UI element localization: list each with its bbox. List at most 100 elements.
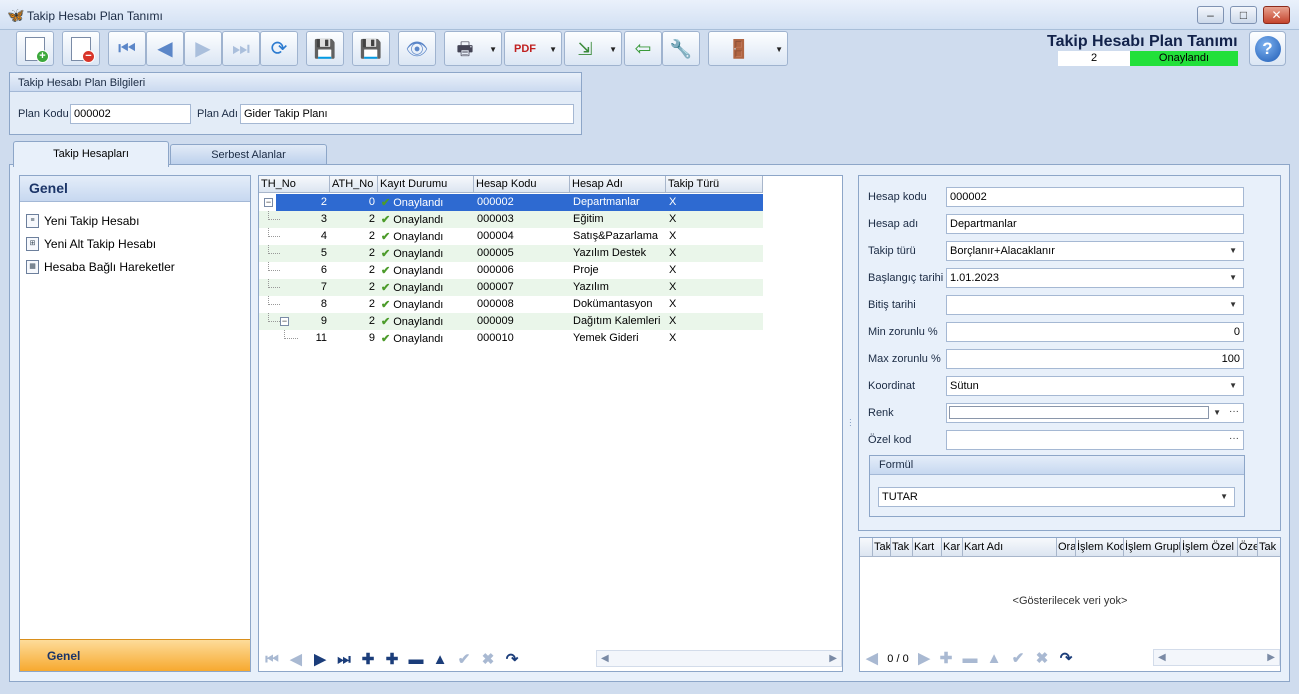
column-header[interactable]: Tak (1258, 538, 1280, 557)
last-icon[interactable]: ⏭ (333, 650, 355, 670)
panel-footer-tab[interactable]: Genel (20, 639, 250, 671)
tree-line (268, 245, 280, 254)
end-date-picker[interactable]: ▼ (946, 295, 1244, 315)
save-close-icon: 💾 (359, 38, 383, 59)
print-button[interactable]: 🖶 ▼ (444, 31, 502, 66)
chevron-down-icon: ▼ (1229, 273, 1237, 282)
previous-icon[interactable]: ◀ (863, 649, 881, 669)
table-cell-status: ✔ Onaylandı (381, 333, 444, 345)
import-button[interactable]: ⇦ (624, 31, 662, 66)
column-header[interactable]: Tak (891, 538, 913, 557)
table-row[interactable]: 4 2 ✔ Onaylandı 000004 Satış&Pazarlama X (259, 228, 763, 245)
export-button[interactable]: ⇲ ▼ (564, 31, 622, 66)
next-record-button[interactable]: ▶ (184, 31, 222, 66)
minimize-button[interactable]: – (1197, 6, 1224, 24)
settings-button[interactable]: 🔧 (662, 31, 700, 66)
grid-navigator: ◀ 0 / 0 ▶ ✚ ▬ ▲ ✔ ✖ ↷ (863, 648, 1077, 670)
coordinate-label: Koordinat (868, 380, 916, 392)
column-header[interactable]: TH_No (259, 176, 330, 193)
exit-button[interactable]: 🚪 ▼ (708, 31, 788, 66)
column-header[interactable]: Kart (913, 538, 942, 557)
remove-icon[interactable]: ▬ (959, 649, 981, 669)
column-header[interactable]: Takip Türü (666, 176, 763, 193)
color-picker[interactable]: ▼ ··· (946, 403, 1244, 423)
account-name-field[interactable]: Departmanlar (946, 214, 1244, 234)
add-icon[interactable]: ✚ (357, 650, 379, 670)
new-record-button[interactable]: + (16, 31, 54, 66)
tab-serbest-alanlar[interactable]: Serbest Alanlar (170, 144, 327, 165)
special-code-field[interactable]: ··· (946, 430, 1244, 450)
table-cell-th: 2 (276, 194, 330, 211)
up-icon[interactable]: ▲ (983, 649, 1005, 669)
column-header[interactable]: Kart Adı (963, 538, 1057, 557)
tracking-type-select[interactable]: Borçlanır+Alacaklanır ▼ (946, 241, 1244, 261)
maximize-button[interactable]: □ (1230, 6, 1257, 24)
column-header[interactable]: İşlem Özel (1181, 538, 1238, 557)
cancel-icon[interactable]: ✖ (477, 650, 499, 670)
table-row[interactable]: 11 9 ✔ Onaylandı 000010 Yemek Gideri X (259, 330, 763, 347)
cancel-icon[interactable]: ✖ (1031, 649, 1053, 669)
previous-record-button[interactable]: ◀ (146, 31, 184, 66)
table-row[interactable]: 3 2 ✔ Onaylandı 000003 Eğitim X (259, 211, 763, 228)
account-code-field[interactable]: 000002 (946, 187, 1244, 207)
plan-name-field[interactable]: Gider Takip Planı (240, 104, 574, 124)
linked-transactions-item[interactable]: ▦ Hesaba Bağlı Hareketler (26, 260, 175, 274)
new-sub-account-item[interactable]: ⊞ Yeni Alt Takip Hesabı (26, 237, 156, 251)
help-button[interactable]: ? (1249, 31, 1286, 66)
table-row[interactable]: 8 2 ✔ Onaylandı 000008 Dokümantasyon X (259, 296, 763, 313)
column-header[interactable]: Ora (1057, 538, 1076, 557)
splitter-handle[interactable]: · · · (849, 416, 853, 430)
column-header[interactable]: Tak (873, 538, 891, 557)
first-record-button[interactable]: ⏮ (108, 31, 146, 66)
next-icon[interactable]: ▶ (309, 650, 331, 670)
min-required-field[interactable]: 0 (946, 322, 1244, 342)
tab-takip-hesaplari[interactable]: Takip Hesapları (13, 141, 169, 167)
confirm-icon[interactable]: ✔ (1007, 649, 1029, 669)
column-header[interactable]: Kar (942, 538, 963, 557)
column-header[interactable]: ATH_No (330, 176, 378, 193)
collapse-icon[interactable]: − (280, 317, 289, 326)
column-header[interactable]: İşlem Grupl (1124, 538, 1181, 557)
chevron-down-icon: ▼ (1229, 246, 1237, 255)
horizontal-scrollbar[interactable]: ◀ ▶ (1153, 649, 1280, 666)
column-header[interactable]: İşlem Kod (1076, 538, 1124, 557)
table-row[interactable]: 6 2 ✔ Onaylandı 000006 Proje X (259, 262, 763, 279)
save-close-button[interactable]: 💾 (352, 31, 390, 66)
delete-record-button[interactable]: − (62, 31, 100, 66)
collapse-icon[interactable]: − (264, 198, 273, 207)
preview-button[interactable]: 👁 (398, 31, 436, 66)
column-header[interactable]: Hesap Kodu (474, 176, 570, 193)
refresh-icon[interactable]: ↷ (1055, 649, 1077, 669)
up-icon[interactable]: ▲ (429, 650, 451, 670)
max-required-field[interactable]: 100 (946, 349, 1244, 369)
close-button[interactable]: ✕ (1263, 6, 1290, 24)
start-date-picker[interactable]: 1.01.2023 ▼ (946, 268, 1244, 288)
previous-icon[interactable]: ◀ (285, 650, 307, 670)
table-row[interactable]: 2 0 ✔ Onaylandı 000002 Departmanlar X − (259, 194, 763, 211)
table-row[interactable]: 9 2 ✔ Onaylandı 000009 Dağıtım Kalemleri X − (259, 313, 763, 330)
add-child-icon[interactable]: ✚ (935, 649, 957, 669)
last-record-button[interactable]: ⏭ (222, 31, 260, 66)
column-header[interactable]: Hesap Adı (570, 176, 666, 193)
formula-select[interactable]: TUTAR ▼ (878, 487, 1235, 507)
window-title: Takip Hesabı Plan Tanımı (27, 9, 163, 23)
add-child-icon[interactable]: ✚ (381, 650, 403, 670)
first-icon[interactable]: ⏮ (261, 650, 283, 670)
table-row[interactable]: 7 2 ✔ Onaylandı 000007 Yazılım X (259, 279, 763, 296)
exit-door-icon: 🚪 (727, 38, 751, 59)
next-icon[interactable]: ▶ (915, 649, 933, 669)
column-header[interactable]: Öze (1238, 538, 1258, 557)
confirm-icon[interactable]: ✔ (453, 650, 475, 670)
horizontal-scrollbar[interactable]: ◀ ▶ (596, 650, 842, 667)
table-row[interactable]: 5 2 ✔ Onaylandı 000005 Yazılım Destek X (259, 245, 763, 262)
refresh-button[interactable]: ⟳ (260, 31, 298, 66)
new-account-item[interactable]: ≡ Yeni Takip Hesabı (26, 214, 139, 228)
plan-code-field[interactable]: 000002 (70, 104, 191, 124)
remove-icon[interactable]: ▬ (405, 650, 427, 670)
pdf-export-button[interactable]: PDF ▼ (504, 31, 562, 66)
table-cell-type: X (669, 332, 677, 344)
refresh-icon[interactable]: ↷ (501, 650, 523, 670)
column-header[interactable]: Kayıt Durumu (378, 176, 474, 193)
coordinate-select[interactable]: Sütun ▼ (946, 376, 1244, 396)
save-button[interactable]: 💾 (306, 31, 344, 66)
